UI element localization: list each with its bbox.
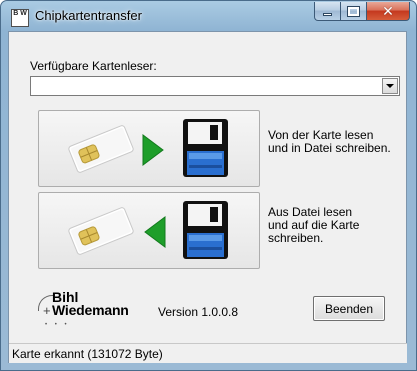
read-action-description: Von der Karte lesen und in Datei schreib… <box>268 129 391 155</box>
minimize-icon <box>323 12 332 16</box>
card-to-file-icon <box>68 119 228 177</box>
maximize-button[interactable] <box>341 2 367 21</box>
window-title: Chipkartentransfer <box>35 8 142 23</box>
write-card-button[interactable] <box>38 192 260 269</box>
write-desc-line3: schreiben. <box>268 231 324 245</box>
arrow-left-icon <box>144 216 166 248</box>
version-label: Version 1.0.0.8 <box>158 305 239 319</box>
title-bar[interactable]: B W Chipkartentransfer ✕ <box>1 1 416 33</box>
read-card-button[interactable] <box>38 110 260 187</box>
dropdown-button[interactable] <box>382 78 398 94</box>
arrow-right-icon <box>142 134 164 166</box>
status-text: Karte erkannt (131072 Byte) <box>12 347 163 361</box>
close-window-button[interactable]: ✕ <box>367 2 410 21</box>
logo-line2: Wiedemann <box>52 302 129 318</box>
logo-plus-icon: + <box>43 303 51 318</box>
caption-buttons: ✕ <box>314 2 410 21</box>
status-bar: Karte erkannt (131072 Byte) <box>9 343 407 363</box>
read-desc-line2: und in Datei schreiben. <box>268 141 391 155</box>
readers-label: Verfügbare Kartenleser: <box>30 59 157 73</box>
file-to-card-icon <box>68 201 228 259</box>
exit-button[interactable]: Beenden <box>313 296 385 321</box>
close-icon: ✕ <box>382 3 394 19</box>
card-reader-select[interactable] <box>30 76 400 96</box>
write-action-description: Aus Datei lesen und auf die Karte schrei… <box>268 206 359 245</box>
maximize-icon <box>347 5 360 17</box>
minimize-button[interactable] <box>314 2 341 21</box>
bihl-wiedemann-logo: Bihl + Wiedemann • • • <box>35 289 160 329</box>
chevron-down-icon <box>386 84 394 88</box>
app-icon: B W <box>11 9 29 27</box>
logo-dots: • • • <box>45 322 70 328</box>
